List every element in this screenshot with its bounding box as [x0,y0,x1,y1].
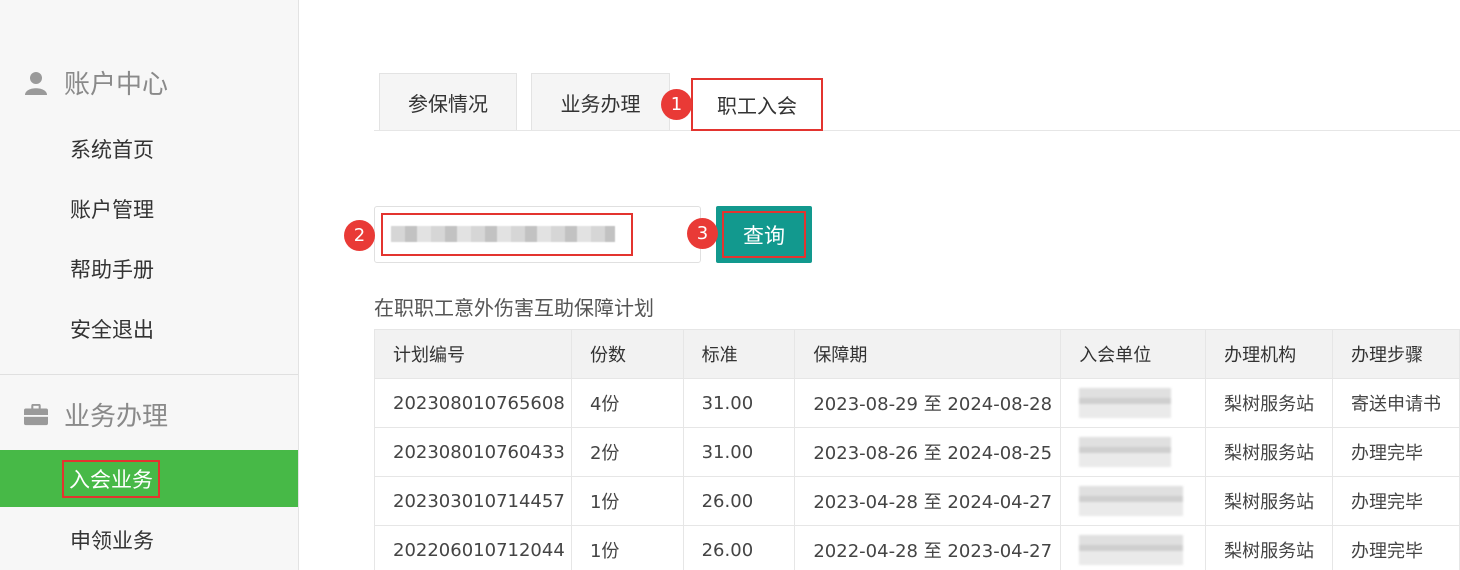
briefcase-icon [24,403,48,427]
cell-handling-step: 办理完毕 [1332,427,1460,477]
col-plan-number: 计划编号 [374,329,572,379]
cell-member-unit [1060,427,1207,477]
cell-handling-agency: 梨树服务站 [1205,525,1334,570]
tab-employee-membership[interactable]: 职工入会 [691,78,823,131]
col-handling-agency: 办理机构 [1205,329,1334,379]
cell-member-unit [1060,378,1207,428]
redacted-unit [1079,437,1172,467]
account-center-title: 账户中心 [64,70,169,100]
cell-plan-number: 202308010765608 [374,378,572,428]
cell-coverage-period: 2023-04-28 至 2024-04-27 [794,476,1062,526]
step-badge-2: 2 [344,220,375,251]
redacted-unit [1079,486,1184,516]
redacted-input-value [391,226,615,242]
col-coverage-period: 保障期 [794,329,1062,379]
cell-handling-step: 寄送申请书 [1332,378,1460,428]
plan-table: 计划编号 份数 标准 保障期 入会单位 办理机构 办理步骤 2023080107… [374,329,1460,570]
cell-standard: 31.00 [682,427,796,477]
cell-shares: 1份 [570,525,684,570]
col-member-unit: 入会单位 [1060,329,1207,379]
cell-handling-step: 办理完毕 [1332,476,1460,526]
cell-handling-step: 办理完毕 [1332,525,1460,570]
table-header-row: 计划编号 份数 标准 保障期 入会单位 办理机构 办理步骤 [374,329,1460,379]
step-badge-3: 3 [687,218,718,249]
col-standard: 标准 [682,329,796,379]
cell-standard: 26.00 [682,476,796,526]
sidebar-divider [0,374,298,375]
col-handling-step: 办理步骤 [1332,329,1460,379]
sidebar-item-help-manual[interactable]: 帮助手册 [0,240,298,297]
redacted-unit [1079,535,1184,565]
sidebar-item-home[interactable]: 系统首页 [0,120,298,177]
cell-coverage-period: 2023-08-26 至 2024-08-25 [794,427,1062,477]
cell-handling-agency: 梨树服务站 [1205,476,1334,526]
cell-shares: 1份 [570,476,684,526]
tabs-baseline [374,130,1460,131]
business-section-header: 业务办理 [24,396,168,433]
business-section-title: 业务办理 [64,402,169,432]
table-row: 202206010712044 1份 26.00 2022-04-28 至 20… [374,525,1460,570]
cell-coverage-period: 2023-08-29 至 2024-08-28 [794,378,1062,428]
cell-standard: 26.00 [682,525,796,570]
cell-shares: 2份 [570,427,684,477]
redacted-unit [1079,388,1172,418]
sidebar: 账户中心 系统首页 账户管理 帮助手册 安全退出 业务办理 入会业务 申领业务 [0,0,299,570]
cell-plan-number: 202303010714457 [374,476,572,526]
cell-member-unit [1060,525,1207,570]
cell-plan-number: 202308010760433 [374,427,572,477]
plan-title: 在职职工意外伤害互助保障计划 [374,296,654,320]
cell-shares: 4份 [570,378,684,428]
cell-member-unit [1060,476,1207,526]
cell-plan-number: 202206010712044 [374,525,572,570]
cell-coverage-period: 2022-04-28 至 2023-04-27 [794,525,1062,570]
sidebar-item-membership[interactable]: 入会业务 [0,450,298,507]
table-row: 202308010765608 4份 31.00 2023-08-29 至 20… [374,378,1460,428]
col-shares: 份数 [570,329,684,379]
sidebar-item-claims[interactable]: 申领业务 [0,511,298,568]
sidebar-item-account-management[interactable]: 账户管理 [0,180,298,237]
sidebar-item-logout[interactable]: 安全退出 [0,300,298,357]
table-row: 202303010714457 1份 26.00 2023-04-28 至 20… [374,476,1460,526]
user-icon [24,71,48,95]
cell-standard: 31.00 [682,378,796,428]
account-center-header: 账户中心 [24,64,168,101]
cell-handling-agency: 梨树服务站 [1205,427,1334,477]
tab-insurance-status[interactable]: 参保情况 [379,73,517,130]
cell-handling-agency: 梨树服务站 [1205,378,1334,428]
query-button-highlight [722,211,806,258]
step-badge-1: 1 [661,89,692,120]
tab-business-handling[interactable]: 业务办理 [531,73,670,130]
table-row: 202308010760433 2份 31.00 2023-08-26 至 20… [374,427,1460,477]
